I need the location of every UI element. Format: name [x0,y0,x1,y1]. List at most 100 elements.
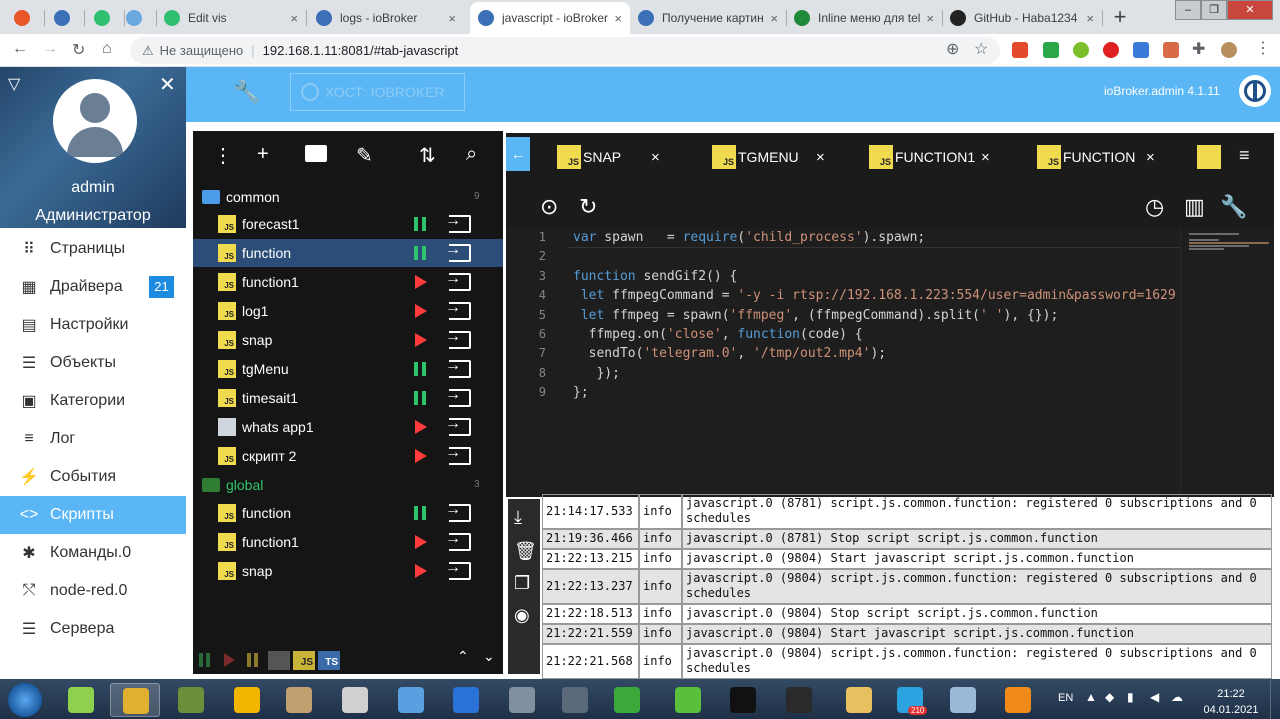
editor-tab[interactable]: JS TGMENU [712,145,799,169]
export-icon[interactable] [445,212,471,233]
pause-icon[interactable] [414,391,427,405]
taskbar-app[interactable] [602,683,652,717]
taskbar-app[interactable] [663,683,713,717]
start-button[interactable] [8,683,42,717]
pause-icon[interactable] [414,506,427,520]
minimize-button[interactable]: – [1175,0,1201,20]
ts-filter-icon[interactable]: TS [318,651,340,670]
editor-tab[interactable]: JS SNAP [557,145,621,169]
taskbar-app[interactable] [110,683,160,717]
system-clock[interactable]: 21:22 04.01.2021 [1196,686,1266,718]
taskbar-app[interactable] [550,683,600,717]
sidebar-item-4[interactable]: ▣ Категории [0,382,186,420]
play-icon[interactable] [415,304,427,318]
language-indicator[interactable]: EN [1058,692,1073,704]
shield-extension-icon[interactable] [1043,42,1059,58]
restart-icon[interactable]: ↻ [579,194,597,220]
opera-extension-icon[interactable] [1103,42,1119,58]
taskbar-app[interactable] [56,683,106,717]
sidebar-item-8[interactable]: ✱ Команды.0 [0,534,186,572]
export-icon[interactable] [445,328,471,349]
editor-tab[interactable]: JS FUNCTION [1037,145,1135,169]
browser-tab[interactable]: logs - ioBroker × [308,2,464,34]
sort-icon[interactable]: ⇅ [419,143,436,168]
export-icon[interactable] [445,559,471,580]
editor-tab-close-icon[interactable]: × [651,145,660,169]
zoom-icon[interactable]: ⊕ [946,39,959,59]
tabs-menu-icon[interactable]: ≡ [1239,145,1250,166]
taskbar-app[interactable] [774,683,824,717]
browser-tab[interactable] [46,2,84,34]
play-icon[interactable] [415,449,427,463]
tray-app-icon[interactable]: ◆ [1105,690,1114,704]
browser-tab[interactable] [118,2,156,34]
taskbar-app[interactable] [441,683,491,717]
browser-tab[interactable]: javascript - ioBroker × [470,2,630,34]
close-sidebar-icon[interactable]: ✕ [159,72,176,97]
blockly-icon[interactable] [268,651,290,670]
download-icon[interactable]: ⤓ [514,507,522,528]
play-icon[interactable] [415,535,427,549]
sidebar-item-2[interactable]: ▤ Настройки [0,306,186,344]
export-icon[interactable] [445,270,471,291]
translate-extension-icon[interactable] [1133,42,1149,58]
export-icon[interactable] [445,501,471,522]
log-format-icon[interactable]: ◉ [514,605,530,626]
sidebar-item-10[interactable]: ☰ Сервера [0,610,186,648]
browser-tab[interactable]: Inline меню для tel × [786,2,942,34]
taskbar-app[interactable] [166,683,216,717]
volume-icon[interactable]: ◀ [1150,690,1159,704]
browser-tab[interactable]: Получение картин × [630,2,786,34]
tab-close-icon[interactable]: × [448,11,456,26]
tab-close-icon[interactable]: × [1086,11,1094,26]
show-desktop-button[interactable] [1270,680,1280,719]
browser-tab[interactable]: Edit vis × [156,2,306,34]
reload-icon[interactable]: ↻ [72,40,85,60]
taskbar-app[interactable] [274,683,324,717]
add-folder-icon[interactable] [305,145,327,162]
taskbar-app[interactable] [330,683,380,717]
more-vertical-icon[interactable]: ⋮ [213,143,233,168]
cloud-sync-icon[interactable]: ☁ [1171,690,1183,704]
new-tab-button[interactable]: + [1106,4,1134,32]
browser-tab[interactable] [6,2,44,34]
clipboard-icon[interactable]: ▥ [1184,194,1205,220]
play-all-icon[interactable] [224,653,235,667]
network-icon[interactable]: ▮ [1127,690,1134,704]
export-icon[interactable] [445,530,471,551]
taskbar-app[interactable] [938,683,988,717]
extension-icon[interactable] [1012,42,1028,58]
taskbar-app[interactable] [497,683,547,717]
search-icon[interactable]: ⌕ [466,143,477,166]
pause-icon[interactable] [414,362,427,376]
expand-all-icon[interactable]: ⌄ [483,648,495,665]
copy-icon[interactable]: ❐ [514,573,530,594]
back-arrow-button[interactable]: ← [506,137,530,171]
js-filter-icon[interactable]: JS [293,651,315,670]
maximize-button[interactable]: ❐ [1201,0,1227,20]
sidebar-item-3[interactable]: ☰ Объекты [0,344,186,382]
extensions-puzzle-icon[interactable]: ✚ [1192,39,1205,59]
export-icon[interactable] [445,444,471,465]
sidebar-item-5[interactable]: ≡ Лог [0,420,186,458]
forward-icon[interactable]: → [42,40,58,58]
tab-close-icon[interactable]: × [290,11,298,26]
sidebar-item-6[interactable]: ⚡ События [0,458,186,496]
editor-tab-close-icon[interactable]: × [981,145,990,169]
export-icon[interactable] [445,386,471,407]
taskbar-app[interactable] [222,683,272,717]
play-icon[interactable] [415,333,427,347]
profile-avatar-icon[interactable] [1221,42,1237,58]
play-icon[interactable] [415,275,427,289]
browser-tab[interactable]: GitHub - Haba1234 × [942,2,1102,34]
folder-label[interactable]: global [226,477,263,493]
menu-dots-icon[interactable]: ⋮ [1255,38,1271,58]
play-icon[interactable] [415,564,427,578]
back-icon[interactable]: ← [12,40,28,58]
tray-arrow-icon[interactable]: ▲ [1085,690,1097,704]
pause-global-icon[interactable] [247,653,259,667]
export-icon[interactable] [445,357,471,378]
taskbar-app[interactable] [834,683,884,717]
bookmark-star-icon[interactable]: ☆ [974,39,988,59]
delete-log-icon[interactable]: 🗑 [514,541,537,562]
